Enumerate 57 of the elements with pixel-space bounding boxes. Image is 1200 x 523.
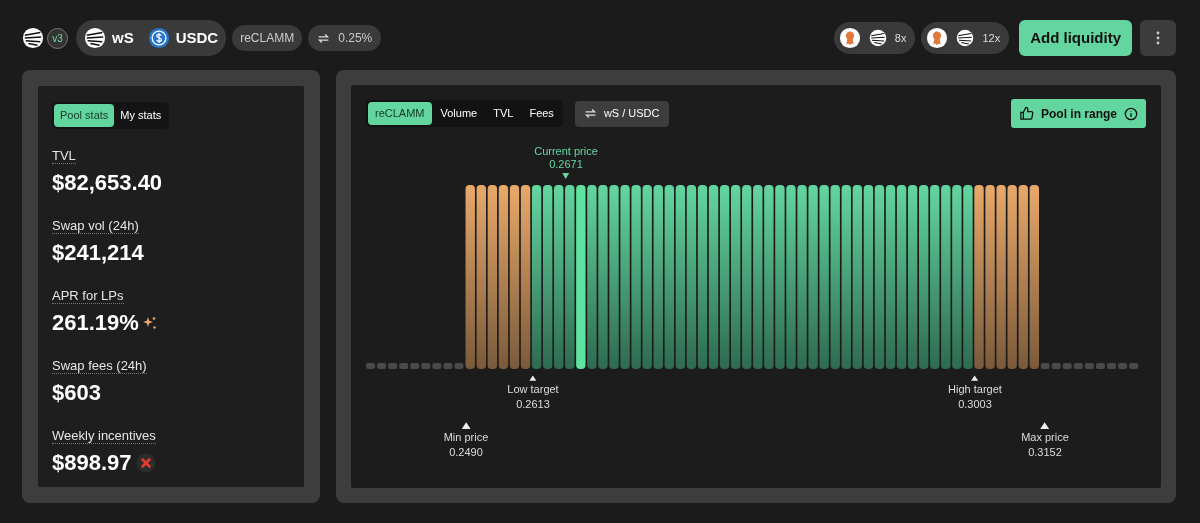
- stat-value: $82,653.40: [52, 170, 163, 196]
- boost-badge[interactable]: 8x: [833, 22, 916, 54]
- chart-tab[interactable]: reCLAMM: [368, 102, 432, 125]
- stat-value: $898.97: [52, 450, 132, 476]
- swap-icon: [583, 107, 597, 120]
- marker-icon: [971, 375, 979, 381]
- marker-label: High target: [948, 382, 1002, 397]
- marker-label: Max price: [1021, 430, 1069, 445]
- pair-toggle-button[interactable]: wS / USDC: [574, 100, 669, 127]
- marker-value: 0.2613: [516, 397, 550, 412]
- chart-tab[interactable]: Fees: [522, 102, 561, 125]
- marker-value: 0.2490: [449, 445, 483, 460]
- token-pair-pill[interactable]: wS USDC: [76, 20, 227, 56]
- marker-value: 0.3152: [1028, 445, 1062, 460]
- marker-icon: [461, 422, 471, 429]
- stat-label: APR for LPs: [52, 288, 124, 304]
- logo-icon: [22, 27, 44, 49]
- fee-badge: 0.25%: [308, 25, 382, 51]
- more-icon: [1156, 31, 1160, 45]
- sparkle-icon: [142, 316, 157, 330]
- stat-value: $241,214: [52, 240, 144, 266]
- current-price-label: Current price: [534, 145, 598, 158]
- marker-value: 0.3003: [958, 397, 992, 412]
- close-icon: [135, 453, 156, 473]
- token-symbol: USDC: [175, 27, 219, 48]
- token-icon: [956, 29, 975, 47]
- stat-label: Swap fees (24h): [52, 358, 147, 374]
- thumbs-up-icon: [1019, 106, 1034, 121]
- token-icon: [84, 27, 106, 49]
- current-price-value: 0.2671: [549, 158, 583, 171]
- pool-type-badge: reCLAMM: [232, 25, 303, 51]
- marker-icon: [562, 173, 570, 179]
- token-symbol: wS: [112, 27, 134, 48]
- stat-value: $603: [52, 380, 101, 406]
- medal-icon: [838, 27, 861, 49]
- marker-label: Min price: [443, 430, 489, 445]
- medal-icon: [926, 27, 949, 49]
- boost-badge[interactable]: 12x: [921, 22, 1010, 54]
- info-icon: [1124, 106, 1138, 121]
- stat-value: 261.19%: [52, 310, 139, 336]
- stat-label: Weekly incentives: [52, 428, 156, 444]
- version-badge: v3: [47, 27, 68, 49]
- more-button[interactable]: [1140, 20, 1176, 56]
- swap-icon: [317, 31, 331, 45]
- marker-label: Low target: [507, 382, 559, 397]
- stat-label: TVL: [52, 148, 76, 164]
- marker-icon: [529, 375, 537, 381]
- chart-tab[interactable]: TVL: [486, 102, 521, 125]
- chart-tab[interactable]: Volume: [433, 102, 485, 125]
- pool-status-badge: Pool in range: [1011, 99, 1146, 128]
- token-icon: [868, 29, 887, 47]
- stat-label: Swap vol (24h): [52, 218, 139, 234]
- stats-tab[interactable]: My stats: [114, 104, 168, 127]
- marker-icon: [1040, 422, 1050, 429]
- dollar-coin-icon: [147, 27, 170, 49]
- stats-tab[interactable]: Pool stats: [54, 104, 115, 127]
- add-liquidity-button[interactable]: Add liquidity: [1019, 20, 1132, 56]
